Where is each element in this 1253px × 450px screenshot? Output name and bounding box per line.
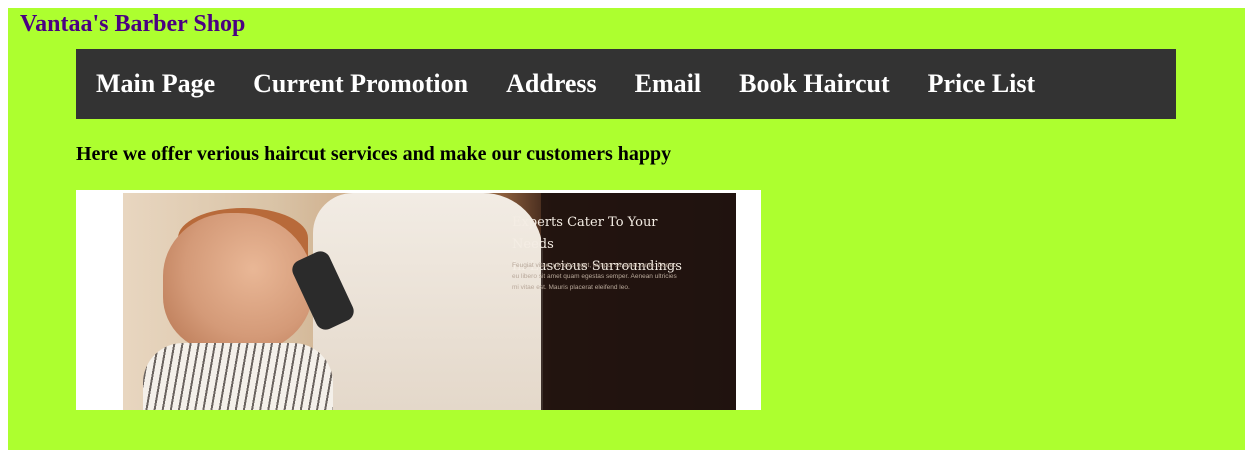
page-body: Vantaa's Barber Shop Main Page Current P… xyxy=(8,8,1245,450)
hero-heading-line1: Experts Cater To Your Needs xyxy=(512,215,658,252)
nav-address[interactable]: Address xyxy=(506,69,597,99)
nav-price-list[interactable]: Price List xyxy=(928,69,1036,99)
nav-main-page[interactable]: Main Page xyxy=(96,69,215,99)
boy-face xyxy=(163,213,313,353)
nav-email[interactable]: Email xyxy=(635,69,701,99)
site-title: Vantaa's Barber Shop xyxy=(20,11,246,37)
tagline: Here we offer verious haircut services a… xyxy=(76,143,672,165)
main-nav: Main Page Current Promotion Address Emai… xyxy=(76,49,1176,119)
nav-current-promotion[interactable]: Current Promotion xyxy=(253,69,468,99)
hero-image: Experts Cater To Your Needs In Luscious … xyxy=(76,190,761,410)
nav-book-haircut[interactable]: Book Haircut xyxy=(739,69,889,99)
barber-cape xyxy=(143,343,333,410)
hero-body-text: Feugiat vitae, ultricies eget, tempor si… xyxy=(512,262,677,291)
